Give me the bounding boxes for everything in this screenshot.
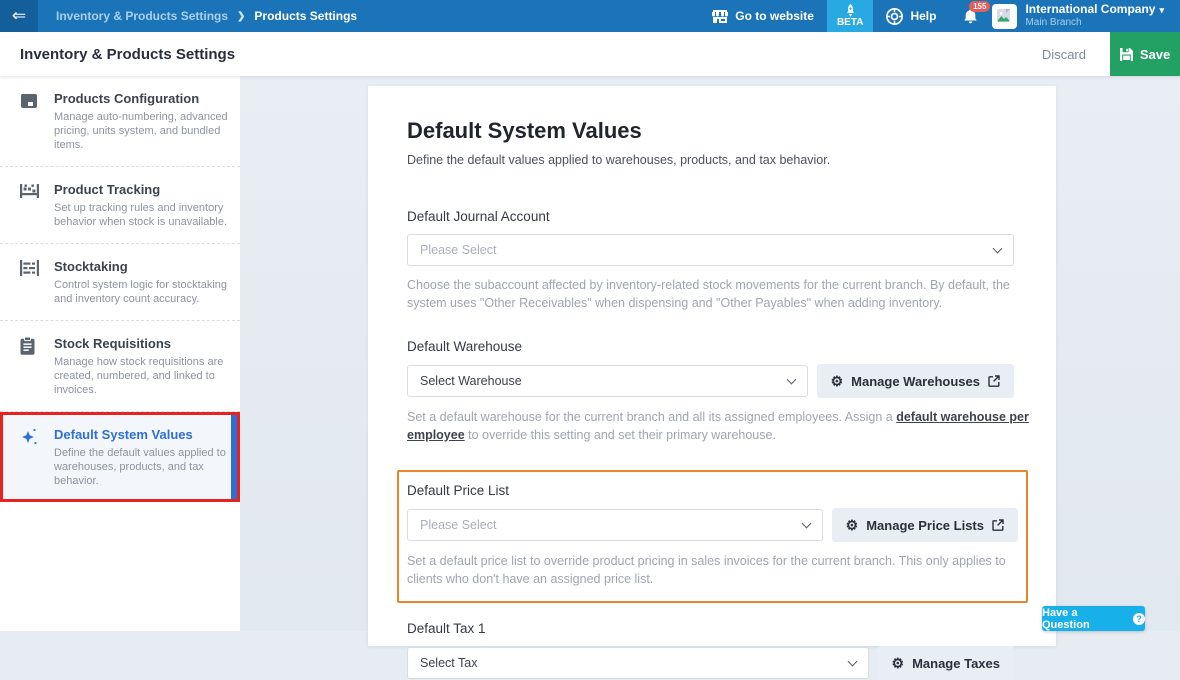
company-name: International Company	[1025, 2, 1155, 16]
notification-count-badge: 155	[969, 1, 990, 12]
sidebar-item-stocktaking[interactable]: Stocktaking Control system logic for sto…	[0, 244, 240, 321]
have-a-question-button[interactable]: Have a Question ?	[1042, 606, 1145, 631]
default-warehouse-label: Default Warehouse	[407, 339, 1014, 354]
sidebar-item-title: Products Configuration	[54, 91, 228, 106]
page-action-bar: Inventory & Products Settings Discard Sa…	[0, 32, 1180, 76]
chevron-down-icon: ▾	[1159, 5, 1164, 15]
sidebar-item-stock-requisitions[interactable]: Stock Requisitions Manage how stock requ…	[0, 321, 240, 412]
gear-icon: ⚙	[846, 518, 859, 532]
external-link-icon	[992, 519, 1004, 531]
content-title: Default System Values	[407, 118, 1014, 144]
sidebar-item-desc: Define the default values applied to war…	[54, 446, 228, 488]
default-journal-account-label: Default Journal Account	[407, 209, 1014, 224]
go-to-website-label: Go to website	[735, 9, 814, 23]
default-journal-account-select[interactable]: Please Select	[407, 234, 1014, 266]
default-warehouse-select[interactable]: Select Warehouse	[407, 365, 808, 397]
price-list-help-text: Set a default price list to override pro…	[407, 552, 1017, 588]
chevron-down-icon	[847, 656, 857, 666]
select-value: Select Warehouse	[420, 374, 788, 388]
price-list-highlight-box: Default Price List Please Select ⚙ Manag…	[397, 470, 1028, 603]
content-subtitle: Define the default values applied to war…	[407, 153, 1014, 167]
sidebar-item-title: Product Tracking	[54, 182, 228, 197]
tracking-abacus-icon	[20, 182, 42, 229]
breadcrumb: Inventory & Products Settings ❯ Products…	[56, 0, 357, 32]
default-tax-1-label: Default Tax 1	[407, 621, 1014, 636]
journal-help-text: Choose the subaccount affected by invent…	[407, 276, 1027, 312]
sparkles-icon	[20, 427, 42, 488]
default-tax-select[interactable]: Select Tax	[407, 647, 869, 679]
storefront-icon	[712, 10, 728, 23]
branch-name: Main Branch	[1025, 17, 1164, 29]
manage-taxes-label: Manage Taxes	[912, 656, 1000, 671]
gear-icon: ⚙	[831, 374, 844, 388]
settings-sidebar: Products Configuration Manage auto-numbe…	[0, 76, 240, 631]
discard-button[interactable]: Discard	[1018, 47, 1110, 62]
manage-price-lists-label: Manage Price Lists	[866, 518, 984, 533]
stocktaking-icon	[20, 259, 42, 306]
select-placeholder: Please Select	[420, 243, 994, 257]
image-icon	[996, 8, 1013, 25]
save-label: Save	[1140, 47, 1170, 62]
help-button[interactable]: Help	[873, 0, 949, 32]
sidebar-item-desc: Set up tracking rules and inventory beha…	[54, 201, 228, 229]
breadcrumb-current: Products Settings	[254, 9, 357, 23]
default-price-list-select[interactable]: Please Select	[407, 509, 823, 541]
page-title: Inventory & Products Settings	[20, 46, 235, 63]
notifications-button[interactable]: 155	[949, 0, 992, 32]
beta-label: BETA	[837, 17, 863, 28]
lifebuoy-icon	[886, 8, 903, 25]
save-button[interactable]: Save	[1110, 32, 1180, 76]
back-arrow-icon: ⇐	[12, 6, 26, 26]
company-switcher[interactable]: International Company ▾ Main Branch	[1025, 0, 1180, 32]
settings-content-card: Default System Values Define the default…	[368, 86, 1056, 646]
company-avatar[interactable]	[992, 4, 1017, 29]
gear-icon: ⚙	[892, 656, 905, 670]
products-box-icon	[20, 91, 42, 152]
chevron-down-icon	[786, 374, 796, 384]
manage-price-lists-button[interactable]: ⚙ Manage Price Lists	[832, 508, 1018, 542]
chevron-down-icon	[993, 243, 1003, 253]
manage-warehouses-label: Manage Warehouses	[851, 374, 980, 389]
sidebar-item-desc: Control system logic for stocktaking and…	[54, 278, 228, 306]
manage-taxes-button[interactable]: ⚙ Manage Taxes	[878, 646, 1014, 680]
sidebar-item-products-configuration[interactable]: Products Configuration Manage auto-numbe…	[0, 76, 240, 167]
back-button[interactable]: ⇐	[0, 0, 38, 32]
rocket-icon	[845, 4, 856, 17]
warehouse-help-text: Set a default warehouse for the current …	[407, 408, 1032, 444]
chevron-down-icon	[801, 518, 811, 528]
top-navigation-bar: ⇐ Inventory & Products Settings ❯ Produc…	[0, 0, 1180, 32]
sidebar-item-desc: Manage how stock requisitions are create…	[54, 355, 228, 397]
sidebar-item-title: Stocktaking	[54, 259, 228, 274]
sidebar-item-desc: Manage auto-numbering, advanced pricing,…	[54, 110, 228, 152]
breadcrumb-parent[interactable]: Inventory & Products Settings	[56, 9, 228, 23]
help-label: Help	[910, 9, 936, 23]
sidebar-item-title: Default System Values	[54, 427, 228, 442]
have-a-question-label: Have a Question	[1042, 607, 1128, 631]
sidebar-item-default-system-values[interactable]: Default System Values Define the default…	[0, 412, 240, 502]
select-placeholder: Please Select	[420, 518, 803, 532]
sidebar-item-title: Stock Requisitions	[54, 336, 228, 351]
question-mark-icon: ?	[1133, 613, 1145, 625]
go-to-website-button[interactable]: Go to website	[699, 0, 827, 32]
select-value: Select Tax	[420, 656, 849, 670]
manage-warehouses-button[interactable]: ⚙ Manage Warehouses	[817, 364, 1014, 398]
clipboard-icon	[20, 336, 42, 397]
floppy-disk-icon	[1120, 48, 1133, 61]
breadcrumb-separator-icon: ❯	[237, 11, 245, 22]
beta-badge[interactable]: BETA	[827, 0, 873, 32]
default-price-list-label: Default Price List	[407, 483, 1018, 498]
external-link-icon	[988, 375, 1000, 387]
sidebar-item-product-tracking[interactable]: Product Tracking Set up tracking rules a…	[0, 167, 240, 244]
